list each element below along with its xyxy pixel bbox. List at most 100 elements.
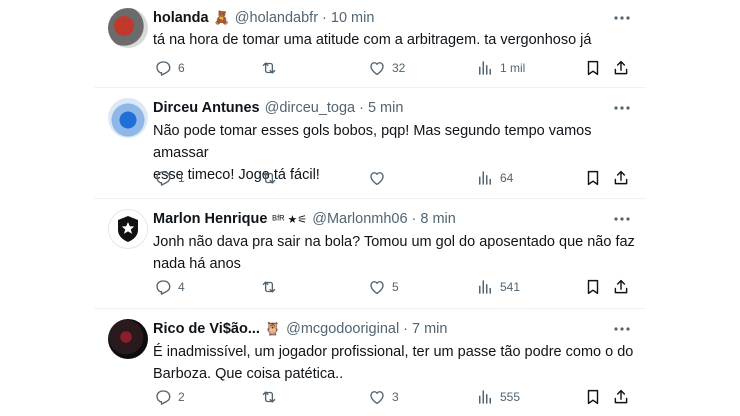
avatar[interactable] [108, 8, 148, 48]
author-handle[interactable]: @holandabfr [235, 10, 318, 26]
tweet[interactable]: Marlon Henrique ᴮᶠᴿ ★⚟ @Marlonmh06 · 8 m… [0, 199, 740, 309]
tweet[interactable]: holanda 🧸 @holandabfr · 10 min tá na hor… [0, 0, 740, 96]
repost-button[interactable] [260, 387, 284, 407]
reply-icon [156, 171, 171, 186]
repost-button[interactable] [260, 168, 284, 188]
separator-dot: · [322, 10, 327, 26]
repost-button[interactable] [260, 58, 284, 78]
author-name[interactable]: Marlon Henrique [153, 211, 267, 227]
share-icon [614, 170, 628, 185]
tweet-header: Marlon Henrique ᴮᶠᴿ ★⚟ @Marlonmh06 · 8 m… [153, 209, 456, 229]
tweet-text: Jonh não dava pra sair na bola? Tomou um… [153, 231, 643, 275]
author-name[interactable]: Dirceu Antunes [153, 100, 260, 116]
more-icon[interactable] [612, 8, 632, 28]
repost-icon [262, 391, 276, 403]
more-icon[interactable] [612, 209, 632, 229]
like-button[interactable] [368, 168, 392, 188]
tweet-text-line: É inadmissível, um jogador profissional,… [153, 344, 634, 360]
bookmark-icon [587, 279, 599, 295]
views-count: 541 [500, 280, 521, 294]
tweet-text-line: Jonh não dava pra sair na bola? Tomou um… [153, 234, 635, 250]
author-name[interactable]: holanda [153, 10, 209, 26]
views-button[interactable]: 64 [476, 168, 513, 188]
reply-icon [156, 280, 171, 295]
avatar[interactable] [108, 209, 148, 249]
like-icon [370, 281, 384, 295]
share-icon [614, 389, 628, 404]
like-button[interactable]: 5 [368, 277, 399, 297]
repost-icon [262, 62, 276, 74]
separator-dot: · [403, 321, 409, 337]
tweet-text-line: tá na hora de tomar uma atitude com a ar… [153, 32, 592, 48]
reply-button[interactable]: 1 [154, 168, 185, 188]
name-emoji: 🧸 [213, 10, 230, 25]
avatar[interactable] [108, 319, 148, 359]
avatar[interactable] [108, 98, 148, 138]
reply-count: 1 [178, 171, 185, 185]
repost-icon [262, 281, 276, 293]
action-bar: 1 64 [150, 168, 640, 188]
views-button[interactable]: 1 mil [476, 58, 525, 78]
reply-count: 2 [178, 390, 185, 404]
timestamp[interactable]: 5 min [368, 100, 403, 116]
timestamp[interactable]: 8 min [420, 211, 455, 227]
more-icon[interactable] [612, 319, 632, 339]
views-count: 1 mil [500, 61, 526, 75]
club-crest-icon [118, 216, 138, 242]
like-icon [370, 62, 384, 76]
like-count: 32 [392, 61, 406, 75]
tweet-header: Dirceu Antunes @dirceu_toga · 5 min [153, 98, 403, 118]
tweet[interactable]: Rico de Vi$ão... 🦉 @mcgodooriginal · 7 m… [0, 309, 740, 416]
views-icon [479, 171, 491, 185]
repost-button[interactable] [260, 277, 284, 297]
timestamp[interactable]: 10 min [331, 10, 375, 26]
timestamp[interactable]: 7 min [412, 321, 447, 337]
share-button[interactable] [612, 58, 630, 78]
author-handle[interactable]: @dirceu_toga [265, 100, 356, 116]
share-button[interactable] [612, 387, 630, 407]
bookmark-button[interactable] [584, 168, 602, 188]
more-icon[interactable] [612, 98, 632, 118]
views-button[interactable]: 541 [476, 277, 520, 297]
tweet-text-line: nada há anos [153, 256, 241, 272]
tweet[interactable]: Dirceu Antunes @dirceu_toga · 5 min Não … [0, 88, 740, 198]
like-count: 3 [392, 390, 399, 404]
like-icon [370, 172, 384, 186]
like-button[interactable]: 32 [368, 58, 405, 78]
reply-count: 6 [178, 61, 185, 75]
bookmark-button[interactable] [584, 387, 602, 407]
views-icon [479, 280, 491, 294]
views-icon [479, 61, 491, 75]
author-handle[interactable]: @mcgodooriginal [286, 321, 399, 337]
share-icon [614, 279, 628, 294]
bookmark-button[interactable] [584, 277, 602, 297]
views-button[interactable]: 555 [476, 387, 520, 407]
tweet-header: holanda 🧸 @holandabfr · 10 min [153, 8, 374, 28]
name-emoji: ᴮᶠᴿ ★⚟ [272, 213, 308, 226]
reply-icon [156, 390, 171, 405]
reply-button[interactable]: 6 [154, 58, 185, 78]
reply-button[interactable]: 4 [154, 277, 185, 297]
action-bar: 6 32 1 mil [150, 58, 640, 78]
share-icon [614, 60, 628, 75]
bookmark-icon [587, 389, 599, 405]
action-bar: 4 5 541 [150, 277, 640, 297]
action-bar: 2 3 555 [150, 387, 640, 407]
bookmark-button[interactable] [584, 58, 602, 78]
bookmark-icon [587, 170, 599, 186]
views-count: 64 [500, 171, 514, 185]
like-count: 5 [392, 280, 399, 294]
reply-icon [156, 61, 171, 76]
share-button[interactable] [612, 168, 630, 188]
share-button[interactable] [612, 277, 630, 297]
author-handle[interactable]: @Marlonmh06 [312, 211, 407, 227]
repost-icon [262, 172, 276, 184]
tweet-text: tá na hora de tomar uma atitude com a ar… [153, 29, 643, 51]
reply-button[interactable]: 2 [154, 387, 185, 407]
author-name[interactable]: Rico de Vi$ão... [153, 321, 260, 337]
tweet-text: É inadmissível, um jogador profissional,… [153, 341, 643, 385]
tweet-header: Rico de Vi$ão... 🦉 @mcgodooriginal · 7 m… [153, 319, 447, 339]
separator-dot: · [359, 100, 364, 116]
views-count: 555 [500, 390, 521, 404]
like-button[interactable]: 3 [368, 387, 399, 407]
